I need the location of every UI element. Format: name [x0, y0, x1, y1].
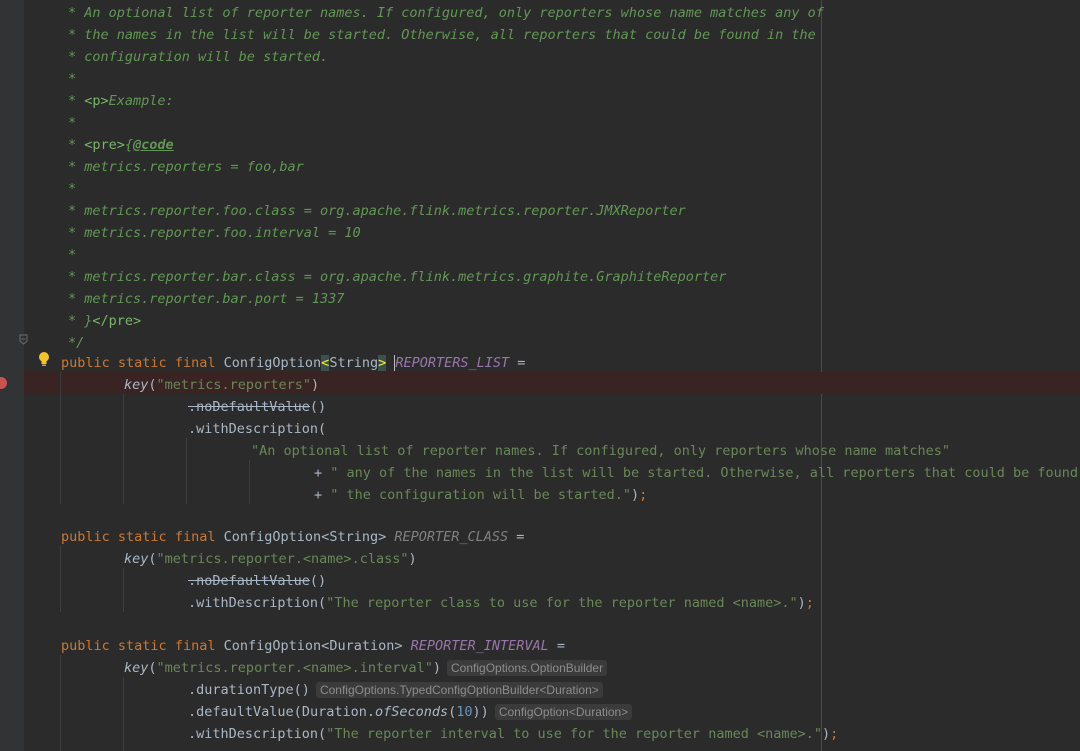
- method-call[interactable]: key: [124, 551, 148, 567]
- code-line: key("metrics.reporter.<name>.interval") C…: [124, 657, 608, 679]
- code-line: .durationType() ConfigOptions.TypedConfig…: [188, 679, 603, 701]
- indent-guide: [186, 438, 187, 504]
- code-line: + " the configuration will be started.")…: [314, 487, 648, 503]
- code-line: */: [68, 335, 85, 351]
- field-name[interactable]: REPORTER_INTERVAL: [411, 638, 549, 654]
- code-line: * metrics.reporter.bar.port = 1337: [68, 291, 345, 307]
- fold-marker-icon[interactable]: [19, 333, 28, 345]
- code-line: * configuration will be started.: [68, 49, 329, 65]
- html-tag: <p>: [84, 93, 109, 109]
- deprecated-method-call[interactable]: .noDefaultValue: [188, 399, 310, 415]
- code-line: * metrics.reporter.foo.class = org.apach…: [68, 203, 686, 219]
- type-name[interactable]: ConfigOption: [224, 355, 322, 371]
- keyword: public: [61, 529, 110, 545]
- code-line: * metrics.reporters = foo,bar: [68, 159, 304, 175]
- indent-guide: [123, 568, 124, 612]
- indent-guide: [60, 372, 61, 504]
- string-literal: "The reporter interval to use for the re…: [326, 726, 822, 742]
- type-name[interactable]: ConfigOption: [224, 529, 322, 545]
- doc-text: {: [124, 137, 134, 153]
- code-line: .defaultValue(Duration.ofSeconds(10)) Con…: [188, 701, 633, 723]
- code-line: * An optional list of reporter names. If…: [68, 5, 824, 21]
- type-name[interactable]: String: [329, 355, 378, 371]
- code-line: + " any of the names in the list will be…: [314, 462, 1080, 484]
- string-literal: "metrics.reporter.<name>.class": [156, 551, 409, 567]
- code-line: key("metrics.reporter.<name>.class"): [124, 551, 417, 567]
- code-line: "An optional list of reporter names. If …: [251, 440, 950, 462]
- code-line: *: [68, 71, 77, 87]
- field-name[interactable]: REPORTER_CLASS: [394, 529, 508, 545]
- number-literal: 10: [456, 704, 473, 720]
- keyword: static: [117, 638, 167, 654]
- matched-bracket: >: [378, 355, 387, 371]
- code-line: *: [68, 247, 77, 263]
- doc-text: *: [68, 93, 85, 109]
- string-literal: "An optional list of reporter names. If …: [251, 443, 950, 459]
- code-line: * metrics.reporter.foo.interval = 10: [68, 225, 361, 241]
- type-name[interactable]: String: [329, 529, 378, 545]
- method-call[interactable]: key: [124, 660, 148, 676]
- indent-guide: [60, 655, 61, 751]
- type-hint: ConfigOptions.OptionBuilder: [447, 660, 608, 676]
- method-call[interactable]: key: [124, 377, 148, 393]
- doc-text: Example:: [108, 93, 174, 109]
- code-line: .withDescription("The reporter interval …: [188, 726, 839, 742]
- indent-guide: [249, 460, 250, 504]
- string-literal: " any of the names in the list will be s…: [330, 465, 1080, 481]
- code-line: public static final ConfigOption<String>…: [61, 355, 526, 371]
- string-literal: "metrics.reporter.<name>.interval": [156, 660, 433, 676]
- keyword: static: [117, 355, 167, 371]
- string-literal: " the configuration will be started.": [330, 487, 631, 503]
- doc-text: * }: [68, 313, 93, 329]
- keyword: public: [61, 355, 110, 371]
- code-line: * metrics.reporter.bar.class = org.apach…: [68, 269, 727, 285]
- code-line: * <pre>{@code: [68, 134, 174, 156]
- indent-guide: [123, 677, 124, 751]
- keyword: static: [117, 529, 167, 545]
- method-call[interactable]: .durationType: [188, 682, 294, 698]
- code-line: public static final ConfigOption<Duratio…: [61, 638, 566, 654]
- code-line: .withDescription(: [188, 421, 327, 437]
- code-line: .withDescription("The reporter class to …: [188, 595, 814, 611]
- lightbulb-icon[interactable]: [37, 351, 51, 367]
- keyword: final: [174, 529, 216, 545]
- method-call[interactable]: ofSeconds: [375, 704, 448, 720]
- code-line: key("metrics.reporters"): [124, 377, 320, 393]
- type-name[interactable]: ConfigOption: [224, 638, 322, 654]
- code-line: .noDefaultValue(): [188, 573, 327, 589]
- type-name[interactable]: Duration: [329, 638, 394, 654]
- string-literal: "The reporter class to use for the repor…: [326, 595, 798, 611]
- method-call[interactable]: .withDescription: [188, 726, 318, 742]
- deprecated-method-call[interactable]: .noDefaultValue: [188, 573, 310, 589]
- code-line: .noDefaultValue(): [188, 399, 327, 415]
- code-line: * }</pre>: [68, 310, 141, 332]
- keyword: public: [61, 638, 110, 654]
- javadoc-tag[interactable]: @code: [133, 137, 174, 153]
- keyword: final: [174, 355, 216, 371]
- type-hint: ConfigOptions.TypedConfigOptionBuilder<D…: [315, 682, 603, 698]
- method-call[interactable]: .withDescription: [188, 595, 318, 611]
- doc-text: *: [68, 137, 85, 153]
- html-tag: </pre>: [92, 313, 142, 329]
- code-line: *: [68, 115, 77, 131]
- indent-guide: [60, 546, 61, 612]
- code-line: public static final ConfigOption<String>…: [61, 529, 525, 545]
- html-tag: <pre>: [84, 137, 125, 153]
- indent-guide: [123, 394, 124, 504]
- code-line: *: [68, 181, 77, 197]
- keyword: final: [174, 638, 216, 654]
- string-literal: "metrics.reporters": [156, 377, 311, 393]
- type-hint: ConfigOption<Duration>: [494, 704, 633, 720]
- code-line: * <p>Example:: [68, 90, 174, 112]
- code-line: * the names in the list will be started.…: [68, 27, 816, 43]
- method-call[interactable]: .defaultValue: [188, 704, 294, 720]
- editor-gutter[interactable]: [0, 0, 24, 751]
- field-name[interactable]: REPORTERS_LIST: [395, 355, 509, 371]
